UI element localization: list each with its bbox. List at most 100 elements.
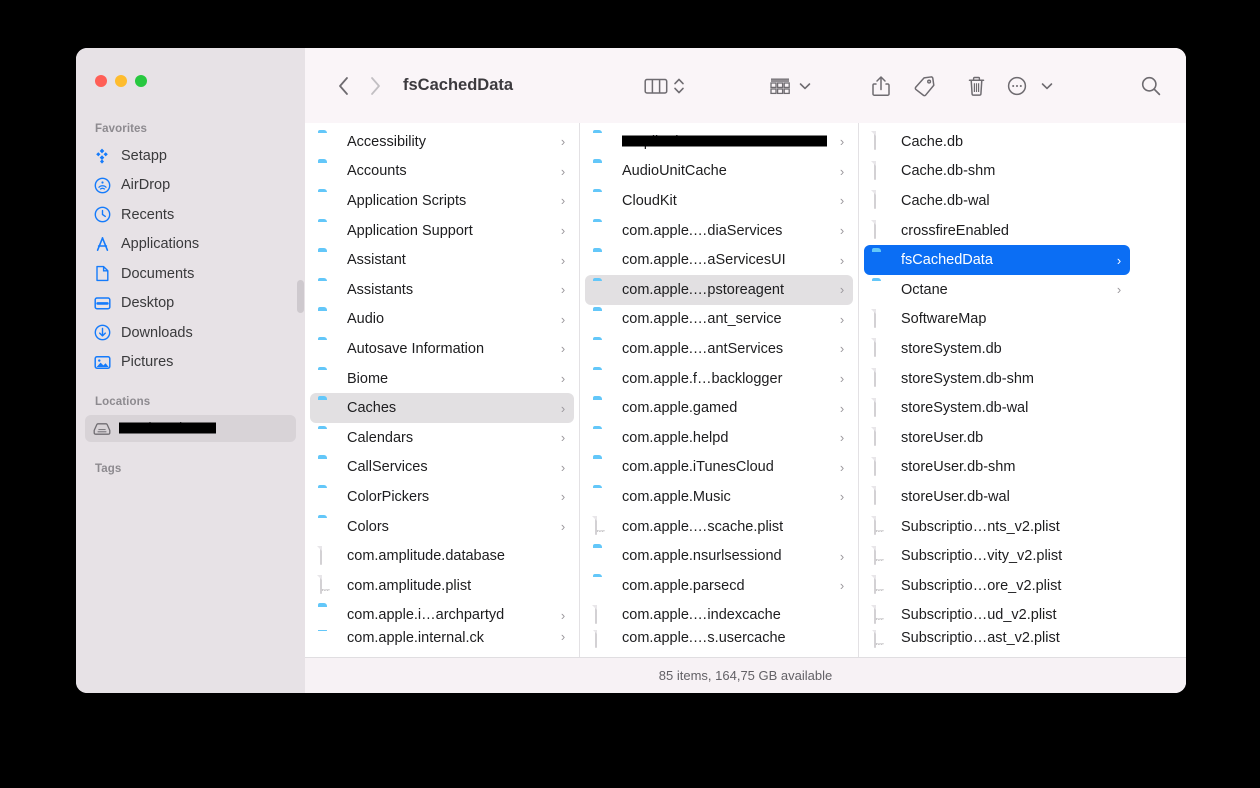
file-row[interactable]: com.apple.…aServicesUI › <box>585 245 853 275</box>
more-actions-chevron-down-icon[interactable] <box>1032 71 1062 101</box>
file-row[interactable]: com.apple.…ant_service › <box>585 305 853 335</box>
file-row[interactable]: SoftwareMap› <box>864 305 1130 335</box>
tag-icon[interactable] <box>898 71 950 101</box>
file-row[interactable]: com.apple.…indexcache› <box>585 601 853 631</box>
file-row[interactable]: CallServices › <box>310 453 574 483</box>
minimize-button[interactable] <box>115 75 127 87</box>
file-row[interactable]: Subscriptio…ore_v2.plist› <box>864 571 1130 601</box>
view-options-stepper-icon[interactable] <box>668 71 690 101</box>
column-caches-contents[interactable]: Amplitude › AudioUnitCache › CloudKit › com.ap… <box>580 123 859 657</box>
file-row[interactable]: Octane › <box>864 275 1130 305</box>
file-row[interactable]: com.apple.helpd › <box>585 423 853 453</box>
file-row[interactable]: crossfireEnabled› <box>864 216 1130 246</box>
file-name: com.apple.…pstoreagent <box>622 281 785 298</box>
folder-icon <box>593 191 612 210</box>
file-row[interactable]: Application Scripts › <box>310 186 574 216</box>
file-row[interactable]: com.apple.…scache.plist› <box>585 512 853 542</box>
file-row[interactable]: storeSystem.db-shm› <box>864 364 1130 394</box>
forward-button[interactable] <box>359 71 391 101</box>
file-row[interactable]: AudioUnitCache › <box>585 157 853 187</box>
disclosure-chevron-right-icon: › <box>560 311 566 327</box>
file-row[interactable]: com.amplitude.plist› <box>310 571 574 601</box>
file-row[interactable]: com.apple.…s.usercache› <box>585 630 853 652</box>
file-row[interactable]: Subscriptio…nts_v2.plist› <box>864 512 1130 542</box>
share-icon[interactable] <box>864 71 898 101</box>
file-row[interactable]: Accessibility › <box>310 127 574 157</box>
file-row[interactable]: com.apple.…antServices › <box>585 334 853 364</box>
sidebar-item-documents[interactable]: Documents <box>85 260 296 287</box>
disclosure-chevron-right-icon: › <box>839 548 845 564</box>
sidebar-item-setapp[interactable]: Setapp <box>85 142 296 169</box>
file-row[interactable]: com.apple.internal.ck › <box>310 630 574 652</box>
file-row[interactable]: Amplitude › <box>585 127 853 157</box>
folder-icon <box>318 369 337 388</box>
close-button[interactable] <box>95 75 107 87</box>
file-row[interactable]: Assistant › <box>310 245 574 275</box>
file-row[interactable]: fsCachedData › <box>864 245 1130 275</box>
group-by-icon[interactable] <box>768 71 792 101</box>
sidebar-item-applications[interactable]: Applications <box>85 231 296 258</box>
column-pstoreagent-contents[interactable]: Cache.db›Cache.db-shm›Cache.db-wal›cross… <box>859 123 1135 657</box>
file-row[interactable]: Subscriptio…vity_v2.plist› <box>864 541 1130 571</box>
file-row[interactable]: Caches › <box>310 393 574 423</box>
file-row[interactable]: Biome › <box>310 364 574 394</box>
file-row[interactable]: com.apple.f…backlogger › <box>585 364 853 394</box>
file-row[interactable]: storeSystem.db› <box>864 334 1130 364</box>
file-row[interactable]: com.apple.iTunesCloud › <box>585 453 853 483</box>
pictures-icon <box>93 353 111 371</box>
plist-file-icon <box>872 516 891 536</box>
plist-file-icon <box>318 575 337 595</box>
file-row[interactable]: com.apple.nsurlsessiond › <box>585 541 853 571</box>
back-button[interactable] <box>327 71 359 101</box>
file-row[interactable]: Autosave Information › <box>310 334 574 364</box>
file-row[interactable]: Cache.db› <box>864 127 1130 157</box>
delete-icon[interactable] <box>950 71 1002 101</box>
file-row[interactable]: com.apple.…diaServices › <box>585 216 853 246</box>
sidebar-item-macintosh-hd[interactable]: Macintosh HD <box>85 415 296 442</box>
file-row[interactable]: Colors › <box>310 512 574 542</box>
file-row[interactable]: Cache.db-wal› <box>864 186 1130 216</box>
sidebar-item-pictures[interactable]: Pictures <box>85 349 296 376</box>
document-file-icon <box>872 190 891 210</box>
search-icon[interactable] <box>1134 71 1168 101</box>
file-row[interactable]: com.apple.Music › <box>585 482 853 512</box>
file-row[interactable]: storeUser.db› <box>864 423 1130 453</box>
file-row[interactable]: Calendars › <box>310 423 574 453</box>
column-caches-parent[interactable]: Accessibility › Accounts › Application Scrip… <box>305 123 580 657</box>
group-by-chevron-down-icon[interactable] <box>792 71 818 101</box>
file-row[interactable]: CloudKit › <box>585 186 853 216</box>
file-row[interactable]: Audio › <box>310 305 574 335</box>
file-row[interactable]: com.apple.i…archpartyd › <box>310 601 574 631</box>
sidebar-item-recents[interactable]: Recents <box>85 201 296 228</box>
sidebar-scrollbar[interactable] <box>297 280 304 313</box>
file-row[interactable]: Assistants › <box>310 275 574 305</box>
file-name: storeSystem.db-shm <box>901 370 1034 387</box>
file-row[interactable]: com.apple.gamed › <box>585 393 853 423</box>
file-row[interactable]: Subscriptio…ast_v2.plist› <box>864 630 1130 652</box>
file-row[interactable]: ColorPickers › <box>310 482 574 512</box>
column-view-icon[interactable] <box>644 71 668 101</box>
folder-icon <box>593 399 612 418</box>
file-row[interactable]: com.apple.…pstoreagent › <box>585 274 853 305</box>
folder-icon <box>593 369 612 388</box>
more-actions-icon[interactable] <box>1002 71 1032 101</box>
sidebar-item-desktop[interactable]: Desktop <box>85 290 296 317</box>
file-row[interactable]: Accounts › <box>310 157 574 187</box>
download-icon <box>93 324 111 342</box>
file-row[interactable]: Application Support › <box>310 216 574 246</box>
file-row[interactable]: storeUser.db-shm› <box>864 453 1130 483</box>
document-file-icon <box>872 397 891 418</box>
file-row[interactable]: storeUser.db-wal› <box>864 482 1130 512</box>
file-row[interactable]: storeSystem.db-wal› <box>864 393 1130 423</box>
sidebar-item-airdrop[interactable]: AirDrop <box>85 172 296 199</box>
sidebar-group-title-tags: Tags <box>95 462 122 475</box>
sidebar-item-downloads[interactable]: Downloads <box>85 319 296 346</box>
file-row[interactable]: com.amplitude.database› <box>310 541 574 571</box>
folder-icon <box>318 487 337 506</box>
sidebar-item-label: Documents <box>121 265 195 282</box>
maximize-button[interactable] <box>135 75 147 87</box>
file-name: storeUser.db <box>901 429 984 446</box>
file-row[interactable]: Cache.db-shm› <box>864 157 1130 187</box>
file-row[interactable]: com.apple.parsecd › <box>585 571 853 601</box>
file-row[interactable]: Subscriptio…ud_v2.plist› <box>864 601 1130 631</box>
